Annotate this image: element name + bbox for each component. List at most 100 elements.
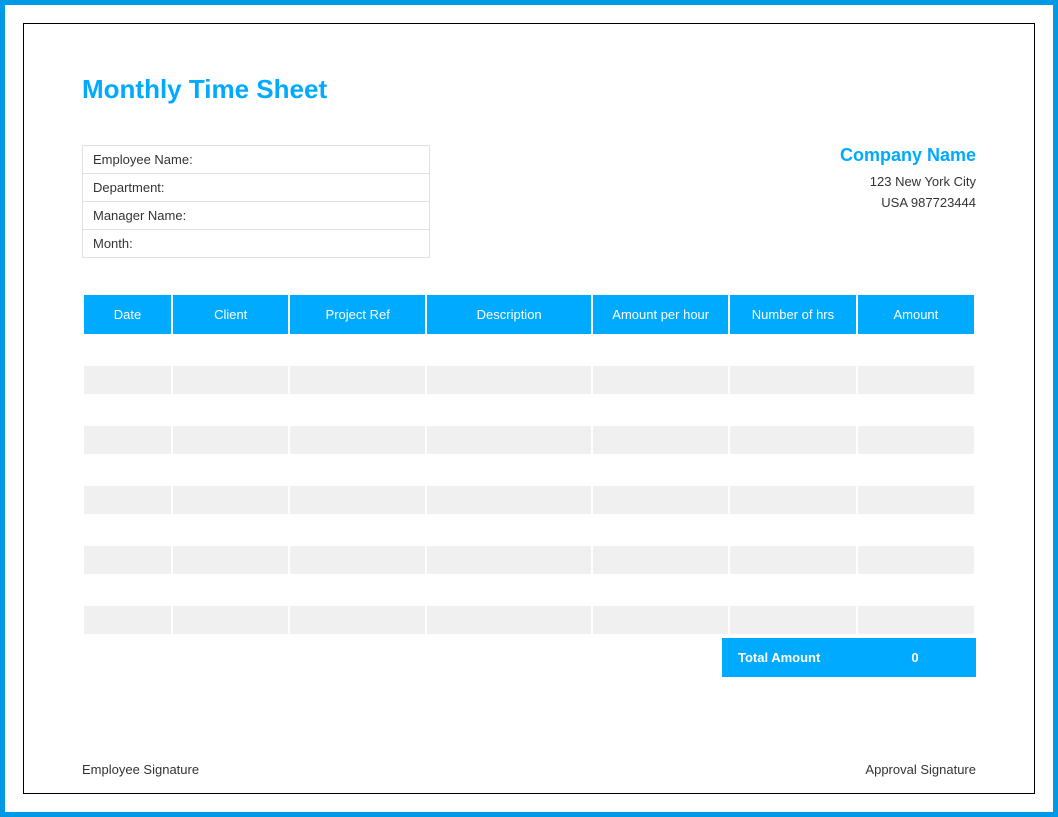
table-cell-amount[interactable]	[858, 456, 974, 484]
table-cell-project_ref[interactable]	[290, 396, 425, 424]
table-cell-client[interactable]	[173, 546, 288, 574]
table-cell-amount[interactable]	[858, 606, 974, 634]
table-cell-amount[interactable]	[858, 366, 974, 394]
table-cell-client[interactable]	[173, 576, 288, 604]
table-cell-amount_per_hour[interactable]	[593, 426, 728, 454]
approval-signature-label: Approval Signature	[865, 762, 976, 777]
table-cell-amount_per_hour[interactable]	[593, 366, 728, 394]
company-address-line1: 123 New York City	[840, 174, 976, 189]
table-cell-number_of_hrs[interactable]	[730, 366, 856, 394]
table-cell-date[interactable]	[84, 606, 171, 634]
table-cell-client[interactable]	[173, 366, 288, 394]
table-cell-project_ref[interactable]	[290, 486, 425, 514]
month-field[interactable]: Month:	[82, 230, 430, 258]
table-cell-number_of_hrs[interactable]	[730, 486, 856, 514]
col-header-amount: Amount	[858, 295, 974, 334]
table-cell-amount_per_hour[interactable]	[593, 546, 728, 574]
col-header-date: Date	[84, 295, 171, 334]
col-header-description: Description	[427, 295, 591, 334]
outer-frame: Monthly Time Sheet Employee Name: Depart…	[0, 0, 1058, 817]
table-cell-amount[interactable]	[858, 546, 974, 574]
table-cell-project_ref[interactable]	[290, 456, 425, 484]
table-cell-number_of_hrs[interactable]	[730, 516, 856, 544]
table-cell-number_of_hrs[interactable]	[730, 546, 856, 574]
timesheet-table: Date Client Project Ref Description Amou…	[82, 293, 976, 636]
table-cell-number_of_hrs[interactable]	[730, 396, 856, 424]
department-field[interactable]: Department:	[82, 174, 430, 202]
table-cell-description[interactable]	[427, 606, 591, 634]
table-cell-date[interactable]	[84, 336, 171, 364]
table-cell-amount[interactable]	[858, 396, 974, 424]
top-section: Employee Name: Department: Manager Name:…	[82, 145, 976, 258]
table-cell-date[interactable]	[84, 546, 171, 574]
employee-signature-label: Employee Signature	[82, 762, 199, 777]
total-amount-value: 0	[854, 638, 976, 677]
table-cell-project_ref[interactable]	[290, 606, 425, 634]
table-cell-client[interactable]	[173, 486, 288, 514]
table-cell-amount_per_hour[interactable]	[593, 396, 728, 424]
table-cell-number_of_hrs[interactable]	[730, 456, 856, 484]
table-cell-date[interactable]	[84, 576, 171, 604]
table-cell-project_ref[interactable]	[290, 516, 425, 544]
table-cell-description[interactable]	[427, 546, 591, 574]
table-cell-client[interactable]	[173, 516, 288, 544]
company-info: Company Name 123 New York City USA 98772…	[840, 145, 976, 258]
table-cell-date[interactable]	[84, 486, 171, 514]
col-header-client: Client	[173, 295, 288, 334]
table-cell-amount_per_hour[interactable]	[593, 336, 728, 364]
table-cell-description[interactable]	[427, 486, 591, 514]
table-cell-project_ref[interactable]	[290, 546, 425, 574]
table-cell-date[interactable]	[84, 396, 171, 424]
table-cell-description[interactable]	[427, 576, 591, 604]
total-amount-label: Total Amount	[722, 638, 854, 677]
table-cell-date[interactable]	[84, 366, 171, 394]
table-row	[84, 516, 974, 544]
table-cell-number_of_hrs[interactable]	[730, 606, 856, 634]
company-name: Company Name	[840, 145, 976, 166]
page-title: Monthly Time Sheet	[82, 74, 976, 105]
table-cell-description[interactable]	[427, 366, 591, 394]
table-cell-amount_per_hour[interactable]	[593, 486, 728, 514]
table-cell-amount_per_hour[interactable]	[593, 606, 728, 634]
table-cell-project_ref[interactable]	[290, 366, 425, 394]
table-cell-amount[interactable]	[858, 486, 974, 514]
table-cell-description[interactable]	[427, 426, 591, 454]
table-row	[84, 426, 974, 454]
table-cell-description[interactable]	[427, 336, 591, 364]
table-cell-project_ref[interactable]	[290, 336, 425, 364]
table-cell-date[interactable]	[84, 516, 171, 544]
table-cell-client[interactable]	[173, 336, 288, 364]
manager-name-field[interactable]: Manager Name:	[82, 202, 430, 230]
table-cell-amount_per_hour[interactable]	[593, 456, 728, 484]
table-cell-description[interactable]	[427, 516, 591, 544]
total-row: Total Amount 0	[82, 638, 976, 677]
table-cell-description[interactable]	[427, 456, 591, 484]
table-cell-client[interactable]	[173, 606, 288, 634]
table-cell-client[interactable]	[173, 456, 288, 484]
table-row	[84, 456, 974, 484]
table-cell-number_of_hrs[interactable]	[730, 426, 856, 454]
employee-name-field[interactable]: Employee Name:	[82, 145, 430, 174]
table-row	[84, 606, 974, 634]
table-row	[84, 396, 974, 424]
table-cell-date[interactable]	[84, 456, 171, 484]
signatures-section: Employee Signature Approval Signature	[82, 762, 976, 777]
col-header-number-of-hrs: Number of hrs	[730, 295, 856, 334]
table-cell-client[interactable]	[173, 396, 288, 424]
table-cell-amount[interactable]	[858, 426, 974, 454]
table-cell-date[interactable]	[84, 426, 171, 454]
table-cell-amount[interactable]	[858, 336, 974, 364]
table-cell-description[interactable]	[427, 396, 591, 424]
table-cell-project_ref[interactable]	[290, 576, 425, 604]
table-cell-client[interactable]	[173, 426, 288, 454]
table-cell-project_ref[interactable]	[290, 426, 425, 454]
table-cell-amount_per_hour[interactable]	[593, 576, 728, 604]
col-header-project-ref: Project Ref	[290, 295, 425, 334]
table-row	[84, 576, 974, 604]
table-cell-amount[interactable]	[858, 576, 974, 604]
table-cell-amount_per_hour[interactable]	[593, 516, 728, 544]
inner-frame: Monthly Time Sheet Employee Name: Depart…	[23, 23, 1035, 794]
table-cell-number_of_hrs[interactable]	[730, 336, 856, 364]
table-cell-number_of_hrs[interactable]	[730, 576, 856, 604]
table-cell-amount[interactable]	[858, 516, 974, 544]
